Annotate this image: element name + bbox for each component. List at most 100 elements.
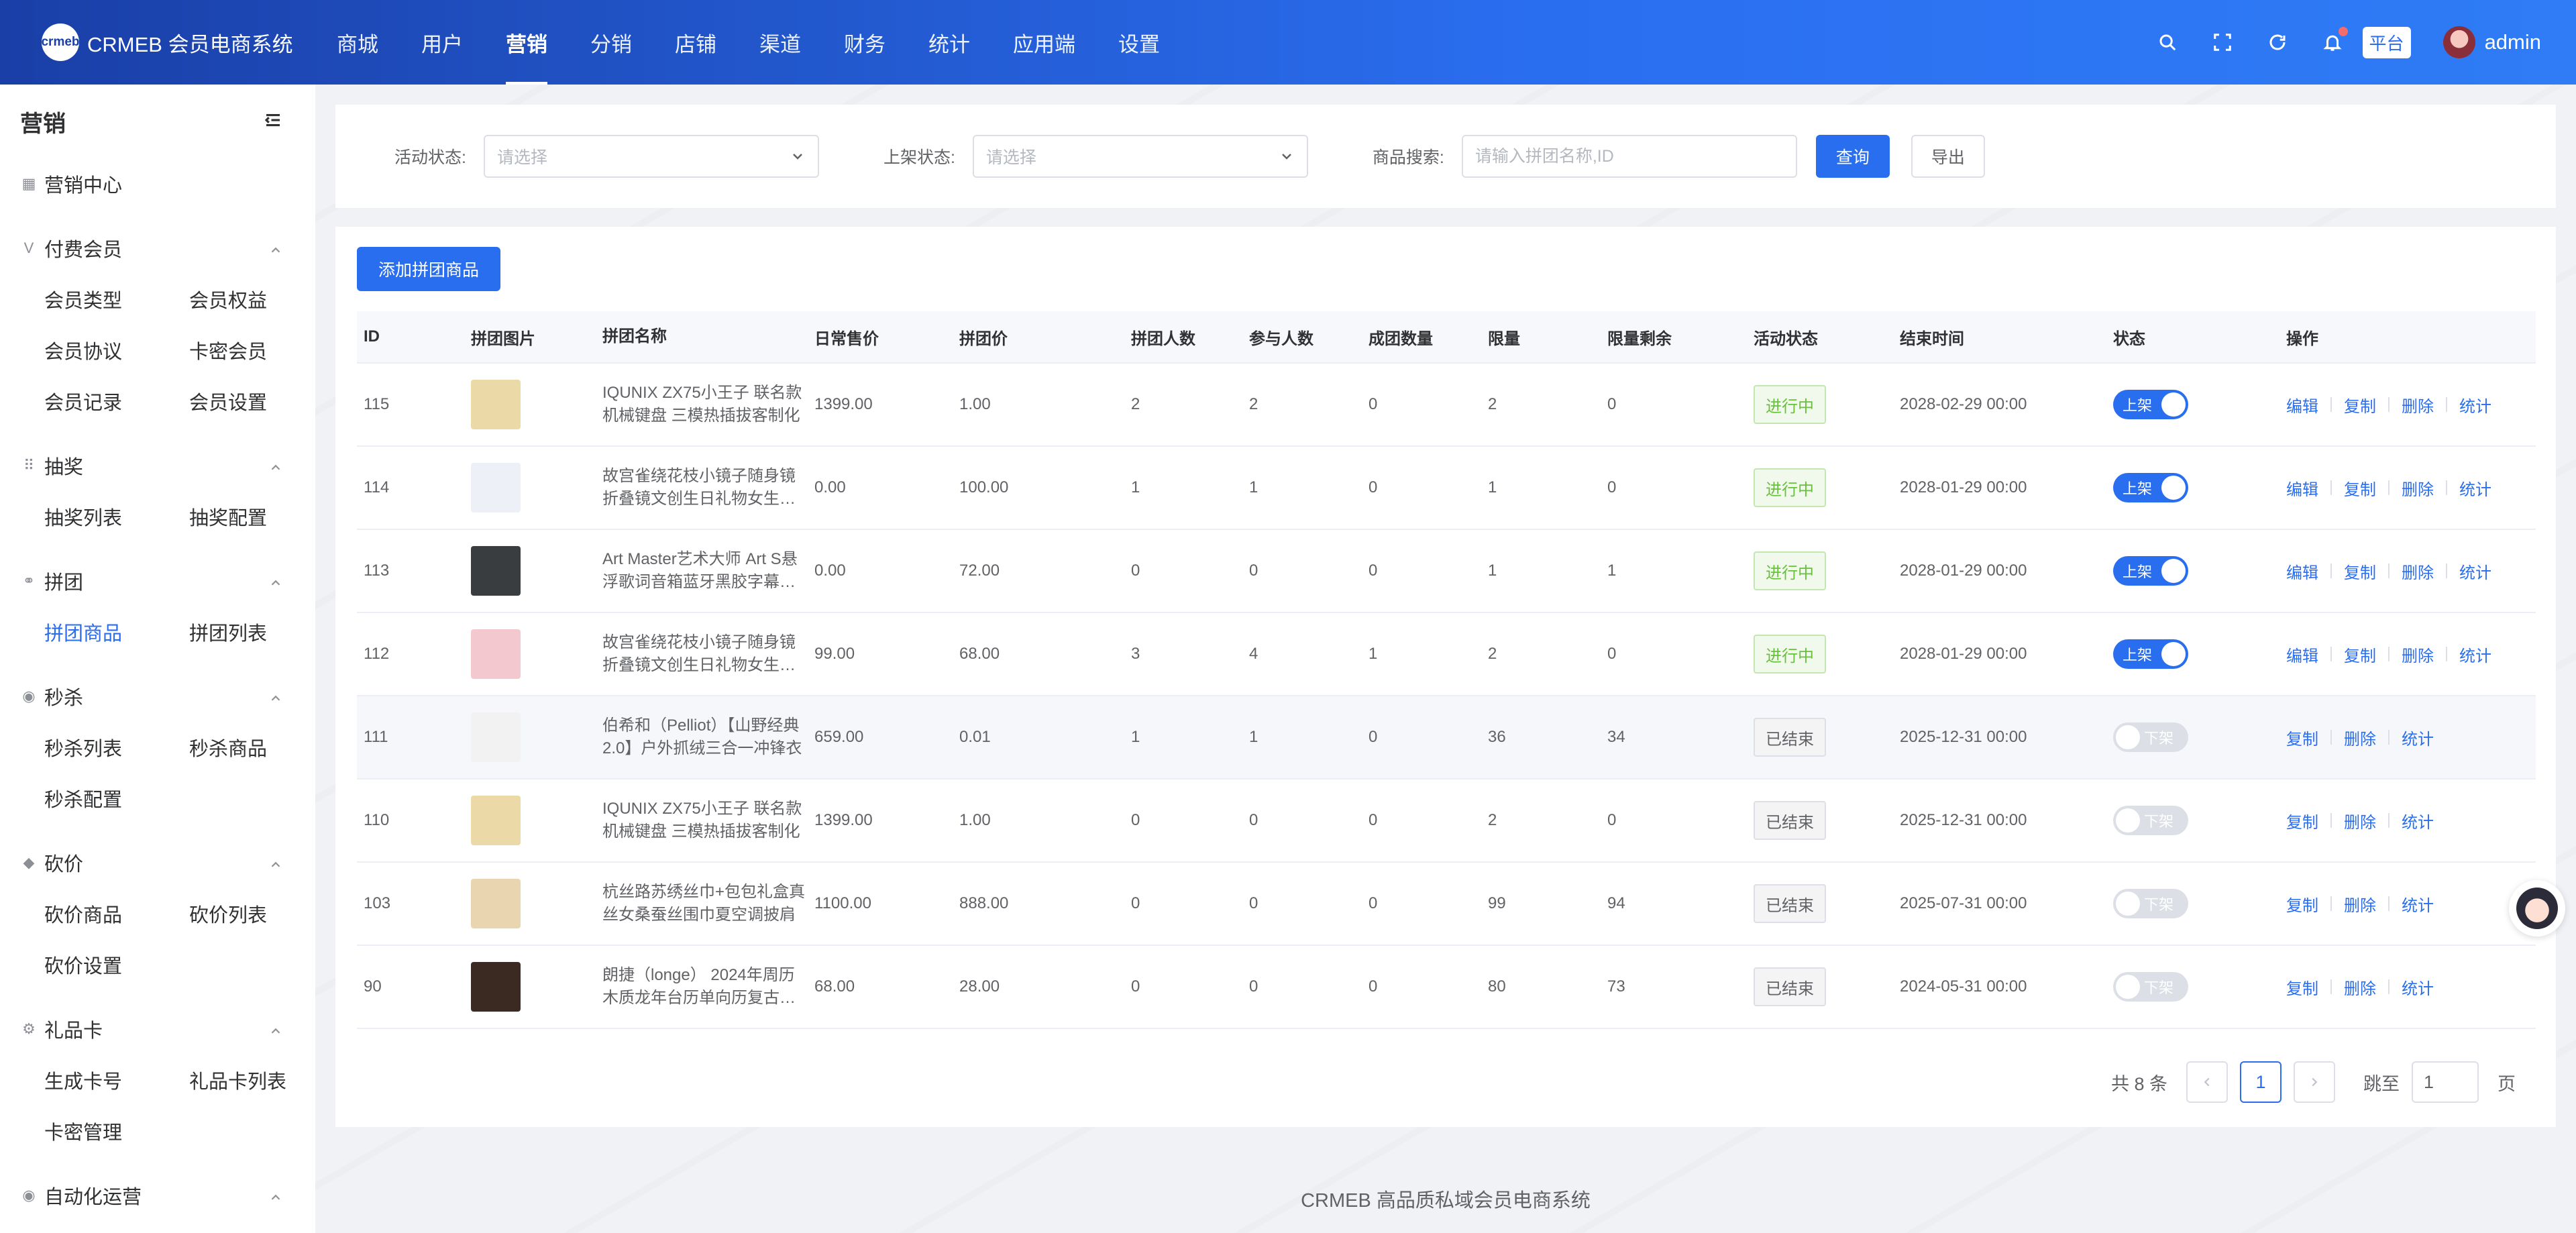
sidebar-group-1[interactable]: V 付费会员 — [0, 223, 315, 274]
action-link[interactable]: 统计 — [2459, 476, 2491, 500]
sidebar-group-7[interactable]: ◉ 自动化运营 — [0, 1170, 315, 1221]
sidebar-item[interactable]: 砍价设置 — [44, 939, 189, 990]
shelf-toggle[interactable]: 上架 — [2113, 390, 2188, 419]
sidebar-item[interactable]: 抽奖列表 — [44, 491, 189, 542]
action-link[interactable]: 统计 — [2402, 892, 2434, 916]
shelf-toggle[interactable]: 下架 — [2113, 889, 2188, 918]
sidebar-item[interactable]: 会员设置 — [189, 376, 315, 427]
action-link[interactable]: 删除 — [2402, 476, 2434, 500]
jump-page-input[interactable] — [2412, 1061, 2479, 1103]
nav-item-6[interactable]: 财务 — [822, 0, 907, 85]
fullscreen-icon[interactable] — [2211, 31, 2234, 54]
sidebar-item[interactable]: 秒杀商品 — [189, 722, 315, 773]
sidebar-group-6[interactable]: ⚙ 礼品卡 — [0, 1004, 315, 1055]
prev-page-button[interactable] — [2186, 1061, 2228, 1103]
sidebar-item[interactable]: 会员权益 — [189, 274, 315, 325]
action-link[interactable]: 统计 — [2459, 559, 2491, 583]
action-link[interactable]: 删除 — [2402, 643, 2434, 666]
nav-item-7[interactable]: 统计 — [907, 0, 991, 85]
action-link[interactable]: 删除 — [2402, 393, 2434, 417]
shelf-toggle[interactable]: 上架 — [2113, 556, 2188, 586]
action-link[interactable]: 统计 — [2459, 393, 2491, 417]
sidebar-group-0[interactable]: ▦ 营销中心 — [0, 158, 315, 209]
action-link[interactable]: 删除 — [2344, 892, 2376, 916]
nav-item-4[interactable]: 店铺 — [653, 0, 738, 85]
nav-item-8[interactable]: 应用端 — [991, 0, 1097, 85]
next-page-button[interactable] — [2294, 1061, 2335, 1103]
shelf-status-select[interactable]: 请选择 — [972, 135, 1308, 178]
action-link[interactable]: 复制 — [2286, 726, 2318, 749]
product-thumbnail[interactable] — [471, 712, 521, 762]
action-link[interactable]: 复制 — [2344, 559, 2376, 583]
action-link[interactable]: 编辑 — [2286, 393, 2318, 417]
action-link[interactable]: 统计 — [2459, 643, 2491, 666]
product-thumbnail[interactable] — [471, 380, 521, 429]
shelf-toggle[interactable]: 上架 — [2113, 473, 2188, 502]
sidebar-group-4[interactable]: ◉ 秒杀 — [0, 671, 315, 722]
product-thumbnail[interactable] — [471, 629, 521, 679]
sidebar-item[interactable]: 砍价列表 — [189, 888, 315, 939]
sidebar-item[interactable]: 礼品卡列表 — [189, 1055, 315, 1106]
product-thumbnail[interactable] — [471, 796, 521, 845]
shelf-toggle[interactable]: 下架 — [2113, 806, 2188, 835]
product-thumbnail[interactable] — [471, 879, 521, 928]
sidebar-item[interactable]: 卡密管理 — [44, 1106, 189, 1157]
action-link[interactable]: 复制 — [2344, 393, 2376, 417]
product-thumbnail[interactable] — [471, 463, 521, 513]
logo[interactable]: crmeb CRMEB 会员电商系统 — [0, 23, 315, 61]
action-link[interactable]: 复制 — [2344, 476, 2376, 500]
sidebar-item[interactable]: 会员类型 — [44, 274, 189, 325]
nav-item-9[interactable]: 设置 — [1097, 0, 1181, 85]
platform-tag[interactable]: 平台 — [2362, 26, 2411, 58]
action-link[interactable]: 复制 — [2286, 975, 2318, 999]
bell-icon[interactable] — [2321, 27, 2348, 54]
action-link[interactable]: 删除 — [2344, 726, 2376, 749]
action-link[interactable]: 删除 — [2402, 559, 2434, 583]
action-link[interactable]: 复制 — [2286, 809, 2318, 833]
shelf-toggle[interactable]: 下架 — [2113, 722, 2188, 752]
action-link[interactable]: 编辑 — [2286, 559, 2318, 583]
shelf-toggle[interactable]: 上架 — [2113, 639, 2188, 669]
shelf-toggle[interactable]: 下架 — [2113, 972, 2188, 1002]
user-menu[interactable]: admin — [2443, 26, 2541, 58]
sidebar-item[interactable]: 砍价商品 — [44, 888, 189, 939]
activity-status-select[interactable]: 请选择 — [483, 135, 819, 178]
action-link[interactable]: 复制 — [2344, 643, 2376, 666]
sidebar-item[interactable]: 拼团列表 — [189, 606, 315, 657]
sidebar-item[interactable]: 生成卡号 — [44, 1055, 189, 1106]
sidebar-item[interactable]: 秒杀列表 — [44, 722, 189, 773]
nav-item-0[interactable]: 商城 — [315, 0, 400, 85]
product-search-input[interactable] — [1461, 135, 1797, 178]
sidebar-group-3[interactable]: ⚭ 拼团 — [0, 555, 315, 606]
add-group-product-button[interactable]: 添加拼团商品 — [357, 247, 501, 291]
nav-item-2[interactable]: 营销 — [484, 0, 569, 85]
sidebar-item[interactable]: 抽奖配置 — [189, 491, 315, 542]
sidebar-item[interactable]: 会员协议 — [44, 325, 189, 376]
action-link[interactable]: 编辑 — [2286, 476, 2318, 500]
product-thumbnail[interactable] — [471, 962, 521, 1012]
action-link[interactable]: 统计 — [2402, 809, 2434, 833]
action-link[interactable]: 复制 — [2286, 892, 2318, 916]
nav-item-5[interactable]: 渠道 — [738, 0, 822, 85]
query-button[interactable]: 查询 — [1815, 135, 1890, 178]
action-link[interactable]: 删除 — [2344, 975, 2376, 999]
export-button[interactable]: 导出 — [1911, 135, 1985, 178]
nav-item-1[interactable]: 用户 — [400, 0, 484, 85]
nav-item-3[interactable]: 分销 — [569, 0, 653, 85]
action-link[interactable]: 编辑 — [2286, 643, 2318, 666]
page-number[interactable]: 1 — [2240, 1061, 2282, 1103]
action-link[interactable]: 统计 — [2402, 726, 2434, 749]
product-thumbnail[interactable] — [471, 546, 521, 596]
action-link[interactable]: 删除 — [2344, 809, 2376, 833]
sidebar-group-2[interactable]: ⠿ 抽奖 — [0, 440, 315, 491]
collapse-menu-icon[interactable] — [263, 110, 283, 133]
sidebar-item[interactable]: 拼团商品 — [44, 606, 189, 657]
sidebar-group-5[interactable]: ◆ 砍价 — [0, 837, 315, 888]
sidebar-item[interactable]: 会员记录 — [44, 376, 189, 427]
assistant-avatar-button[interactable] — [2509, 880, 2565, 936]
sidebar-item[interactable]: 卡密会员 — [189, 325, 315, 376]
refresh-icon[interactable] — [2266, 31, 2289, 54]
sidebar-item[interactable]: 秒杀配置 — [44, 773, 189, 824]
search-icon[interactable] — [2156, 31, 2179, 54]
action-link[interactable]: 统计 — [2402, 975, 2434, 999]
